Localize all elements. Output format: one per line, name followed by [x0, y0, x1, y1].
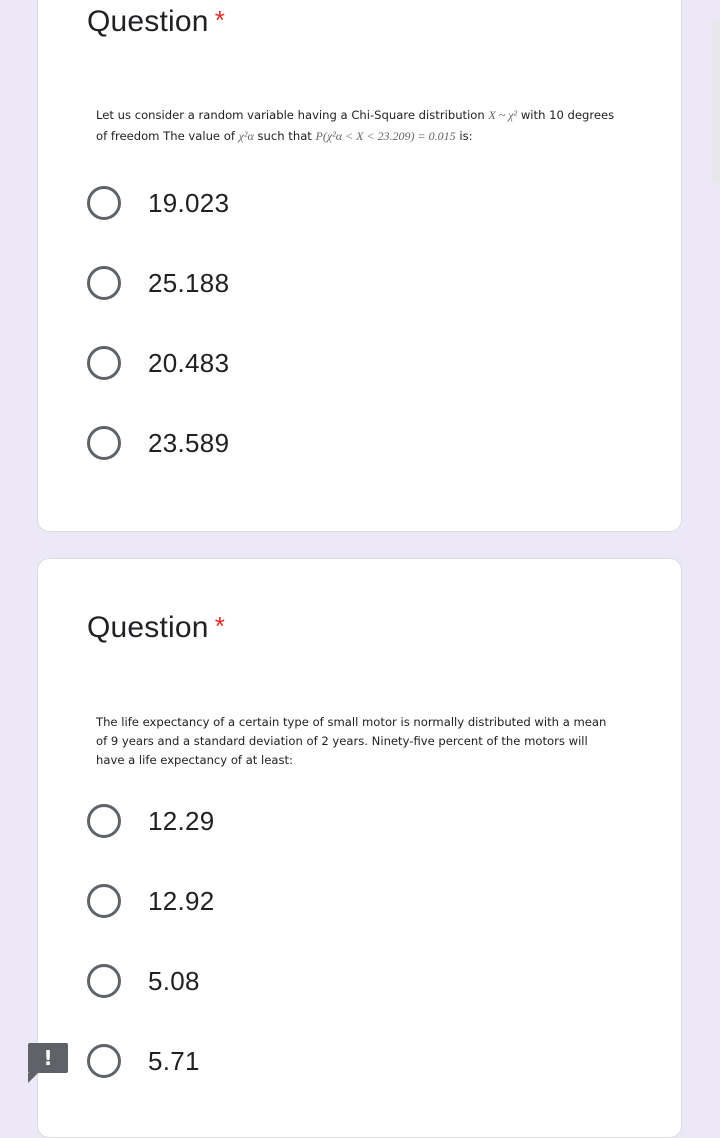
radio-button[interactable]: [87, 884, 121, 918]
radio-button[interactable]: [87, 346, 121, 380]
page-scrollbar[interactable]: [712, 18, 720, 183]
required-asterisk: *: [214, 5, 226, 35]
option-label: 5.71: [148, 1045, 200, 1076]
radio-option[interactable]: 25.188: [87, 263, 229, 303]
radio-button[interactable]: [87, 426, 121, 460]
question-title-text: Question: [87, 611, 209, 644]
question-card-2: Question * The life expectancy of a certa…: [37, 558, 682, 1138]
option-label: 23.589: [148, 427, 230, 458]
radio-option[interactable]: 5.71: [87, 1041, 200, 1081]
question-title: Question *: [87, 611, 225, 645]
math-expression: P(χ²α < X < 23.209) = 0.015: [315, 129, 456, 143]
option-label: 5.08: [148, 965, 200, 996]
question-title-text: Question: [87, 5, 209, 38]
option-label: 25.188: [148, 267, 230, 298]
option-label: 20.483: [148, 347, 230, 378]
exclamation-icon: !: [43, 1046, 53, 1070]
radio-option[interactable]: 5.08: [87, 961, 200, 1001]
option-label: 19.023: [148, 187, 230, 218]
radio-option[interactable]: 23.589: [87, 423, 229, 463]
question-card-1: Question * Let us consider a random varia…: [37, 0, 682, 532]
question-title: Question *: [87, 5, 225, 39]
math-expression: X ~ χ²: [488, 108, 518, 122]
radio-button[interactable]: [87, 186, 121, 220]
question-text-part: is:: [459, 129, 473, 143]
option-label: 12.92: [148, 885, 215, 916]
radio-button[interactable]: [87, 1044, 121, 1078]
radio-button[interactable]: [87, 266, 121, 300]
radio-button[interactable]: [87, 804, 121, 838]
question-text: The life expectancy of a certain type of…: [96, 715, 607, 767]
radio-option[interactable]: 20.483: [87, 343, 229, 383]
radio-option[interactable]: 12.29: [87, 801, 215, 841]
report-feedback-button[interactable]: !: [28, 1043, 68, 1083]
math-expression: χ²α: [238, 129, 254, 143]
question-text: Let us consider a random variable having…: [96, 105, 616, 147]
speech-bubble-tail: [28, 1073, 38, 1083]
option-label: 12.29: [148, 805, 215, 836]
question-text-part: such that: [257, 129, 312, 143]
question-text-part: Let us consider a random variable having…: [96, 108, 485, 122]
radio-button[interactable]: [87, 964, 121, 998]
radio-option[interactable]: 19.023: [87, 183, 229, 223]
required-asterisk: *: [214, 611, 226, 641]
radio-option[interactable]: 12.92: [87, 881, 215, 921]
